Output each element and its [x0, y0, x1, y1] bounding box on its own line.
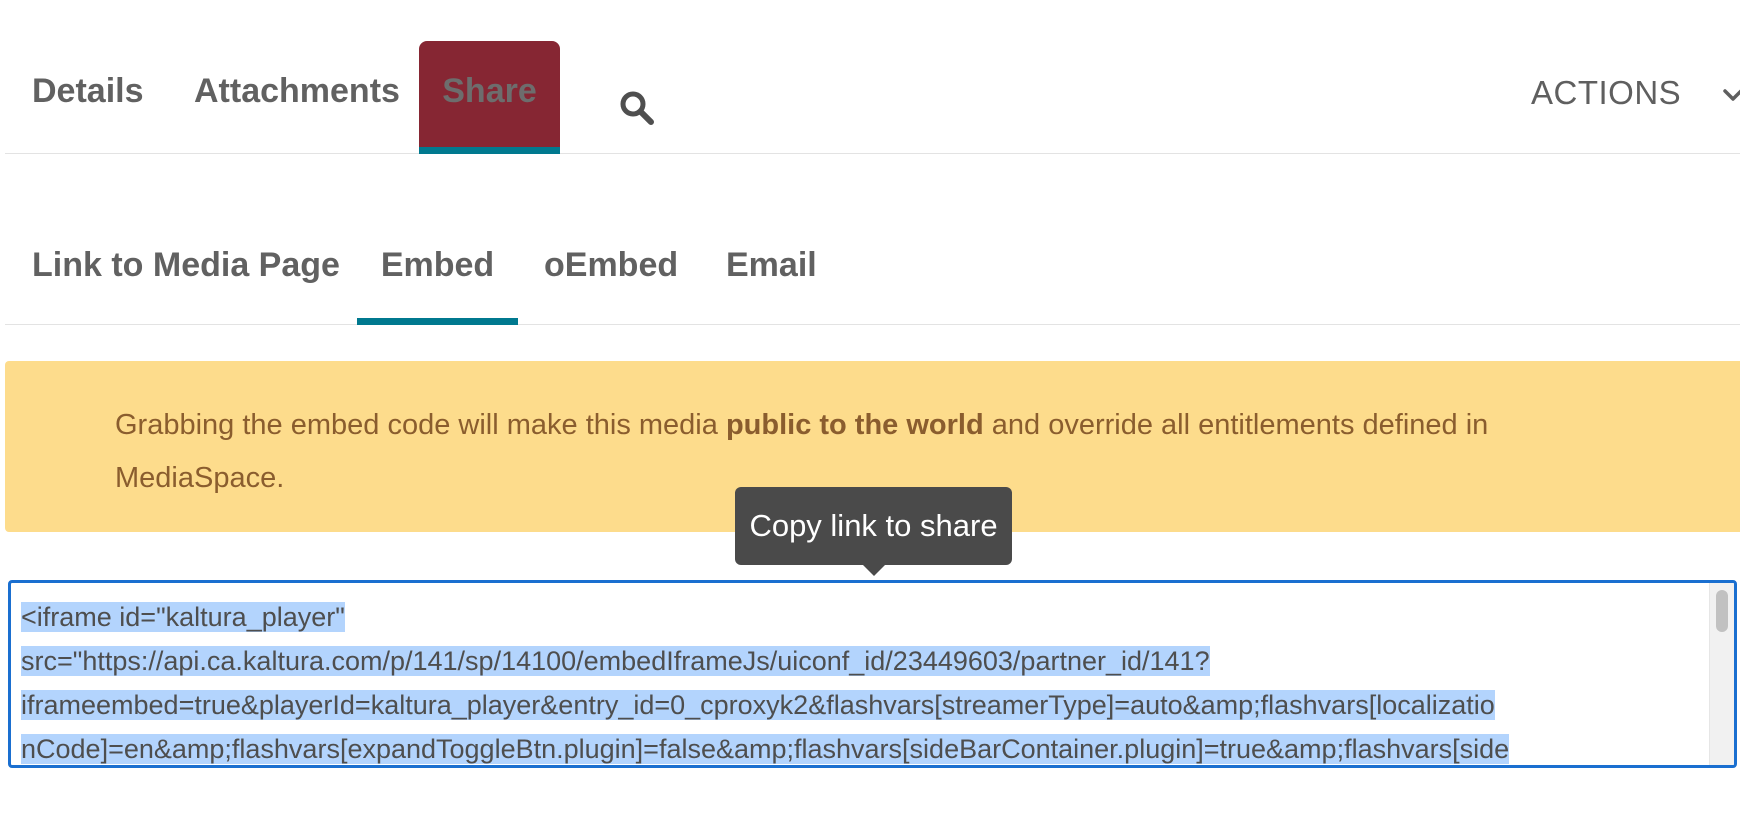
actions-menu-button[interactable]: ACTIONS — [1531, 74, 1740, 124]
tab-share[interactable]: Share — [419, 41, 560, 154]
chevron-down-icon — [1723, 89, 1740, 101]
search-icon — [620, 91, 654, 125]
embed-code-line: src="https://api.ca.kaltura.com/p/141/sp… — [21, 646, 1210, 676]
media-tabs-bar: Details Attachments Share ACTIONS — [5, 0, 1740, 154]
warning-text-emphasis: public to the world — [725, 409, 984, 441]
tab-email[interactable]: Email — [726, 246, 817, 285]
embed-code-line: <iframe id="kaltura_player" — [21, 602, 345, 632]
share-tabs-bar: Link to Media Page Embed oEmbed Email — [5, 170, 1740, 325]
embed-code-line: nCode]=en&amp;flashvars[expandToggleBtn.… — [21, 734, 1510, 764]
active-tab-indicator — [419, 147, 560, 154]
tooltip-text: Copy link to share — [749, 508, 998, 543]
embed-code-content: <iframe id="kaltura_player" src="https:/… — [21, 595, 1701, 765]
tab-link-to-media-page[interactable]: Link to Media Page — [32, 246, 340, 285]
tab-oembed[interactable]: oEmbed — [544, 246, 678, 285]
tab-share-label: Share — [442, 72, 537, 110]
warning-text-start: Grabbing the embed code will make this m… — [115, 409, 726, 441]
tab-embed[interactable]: Embed — [357, 246, 518, 285]
actions-label: ACTIONS — [1531, 74, 1682, 111]
copy-tooltip: Copy link to share — [735, 487, 1012, 576]
tab-details[interactable]: Details — [32, 72, 144, 111]
tab-attachments[interactable]: Attachments — [194, 72, 400, 111]
scrollbar-thumb[interactable] — [1716, 590, 1728, 632]
search-button[interactable] — [617, 88, 657, 128]
embed-code-line: iframeembed=true&playerId=kaltura_player… — [21, 690, 1495, 720]
embed-code-textarea[interactable]: <iframe id="kaltura_player" src="https:/… — [8, 580, 1737, 768]
active-subtab-indicator — [357, 318, 518, 325]
textarea-scrollbar[interactable] — [1709, 583, 1734, 765]
tooltip-arrow — [863, 565, 885, 576]
